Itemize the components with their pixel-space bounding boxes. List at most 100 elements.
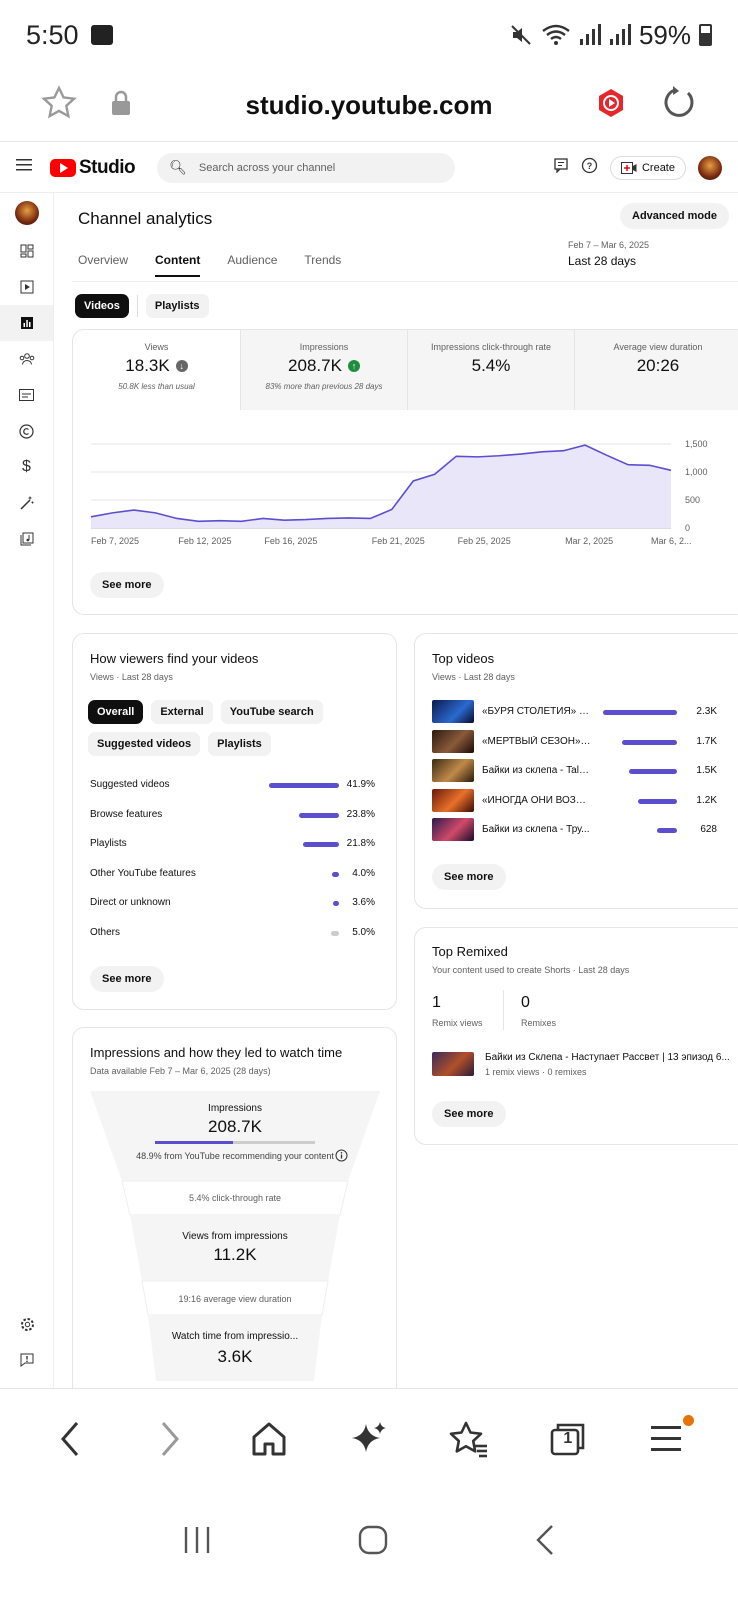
top-video-row[interactable]: Байки из склепа - Тру... 628 (432, 818, 717, 842)
traffic-source-bar (299, 812, 339, 818)
date-range: Feb 7 – Mar 6, 2025 (568, 240, 650, 250)
traffic-sources-card: How viewers find your videos Views · Las… (72, 633, 397, 1010)
tab-overview[interactable]: Overview (78, 253, 128, 277)
advanced-mode-button[interactable]: Advanced mode (620, 203, 729, 229)
x-tick-label: Feb 7, 2025 (91, 536, 139, 546)
remixes-value: 0 (521, 994, 530, 1011)
ai-sparkle-icon[interactable] (339, 1409, 399, 1469)
reload-icon[interactable] (662, 85, 698, 126)
video-views-bar (622, 739, 677, 745)
youtube-studio-logo[interactable]: Studio (50, 157, 136, 179)
system-back-icon[interactable] (534, 1524, 556, 1564)
video-title[interactable]: «ИНОГДА ОНИ ВОЗВР... (482, 795, 592, 806)
chip-playlists[interactable]: Playlists (145, 294, 209, 318)
see-more-button[interactable]: See more (432, 864, 506, 890)
video-thumbnail[interactable] (432, 759, 474, 782)
date-range-picker[interactable]: Feb 7 – Mar 6, 2025 Last 28 days (568, 240, 649, 268)
dashboard-icon[interactable] (0, 233, 53, 269)
metric-ctr[interactable]: Impressions click-through rate 5.4% (407, 330, 574, 410)
tab-content[interactable]: Content (155, 253, 201, 277)
traffic-source-value: 21.8% (346, 838, 375, 849)
x-tick-label: Mar 2, 2025 (565, 536, 613, 546)
notification-dot (683, 1414, 695, 1426)
metric-avd[interactable]: Average view duration 20:26 (574, 330, 738, 410)
analytics-icon[interactable] (0, 305, 53, 341)
metric-views[interactable]: Views 18.3K ↓ 50.8K less than usual (73, 330, 240, 410)
chip-videos[interactable]: Videos (75, 294, 129, 318)
analytics-main: Channel analytics Advanced mode Overview… (54, 193, 738, 1388)
tab-trends[interactable]: Trends (304, 253, 341, 277)
video-title[interactable]: «БУРЯ СТОЛЕТИЯ» ( С... (482, 706, 592, 717)
customization-icon[interactable] (0, 485, 53, 521)
community-icon[interactable] (0, 341, 53, 377)
traffic-source-row: Browse features 23.8% (90, 807, 375, 823)
account-avatar[interactable] (698, 155, 722, 180)
bookmark-star-icon[interactable] (40, 84, 78, 127)
create-button[interactable]: Create (609, 155, 686, 180)
remix-video-thumbnail[interactable] (432, 1052, 474, 1076)
chip-overall[interactable]: Overall (88, 700, 144, 724)
see-more-button[interactable]: See more (90, 966, 164, 992)
chip-external[interactable]: External (151, 700, 213, 724)
content-icon[interactable] (0, 269, 53, 305)
channel-avatar[interactable] (0, 193, 53, 233)
feedback-icon[interactable] (553, 157, 569, 178)
remix-views-label: Remix views (432, 1018, 483, 1028)
battery-percent: 59% (638, 19, 691, 50)
video-thumbnail[interactable] (432, 788, 474, 812)
traffic-source-bar (333, 901, 339, 906)
traffic-source-row: Other YouTube features 4.0% (90, 866, 375, 882)
lock-icon[interactable] (110, 90, 132, 121)
card-subtitle: Data available Feb 7 – Mar 6, 2025 (28 d… (90, 1066, 271, 1076)
forward-icon[interactable] (140, 1409, 200, 1469)
info-icon[interactable] (335, 1149, 348, 1167)
subtitles-icon[interactable] (0, 377, 53, 413)
video-assistant-icon[interactable] (596, 88, 626, 123)
home-icon[interactable] (239, 1409, 299, 1469)
tabs-divider (72, 281, 738, 282)
send-feedback-icon[interactable] (0, 1342, 54, 1378)
top-remixed-card: Top Remixed Your content used to create … (414, 927, 738, 1145)
video-thumbnail[interactable] (432, 729, 474, 753)
search-input[interactable]: 🔍︎ Search across your channel (157, 152, 456, 183)
bookmarks-icon[interactable] (439, 1409, 499, 1469)
chip-playlists-source[interactable]: Playlists (208, 732, 271, 756)
copyright-icon[interactable] (0, 413, 53, 449)
video-title[interactable]: «МЕРТВЫЙ СЕЗОН» — ... (482, 736, 592, 747)
hamburger-menu-icon[interactable] (16, 158, 32, 177)
top-video-row[interactable]: «ИНОГДА ОНИ ВОЗВР... 1.2K (432, 788, 717, 813)
youtube-logo-icon (50, 158, 76, 177)
recents-icon[interactable] (182, 1525, 212, 1563)
traffic-source-bar (330, 930, 339, 936)
audio-library-icon[interactable] (0, 521, 53, 557)
svg-text:?: ? (587, 161, 593, 171)
chip-suggested-videos[interactable]: Suggested videos (88, 732, 201, 756)
settings-icon[interactable] (0, 1306, 54, 1342)
metric-impressions[interactable]: Impressions 208.7K ↑ 83% more than previo… (240, 330, 407, 410)
tab-audience[interactable]: Audience (227, 253, 277, 277)
help-icon[interactable]: ? (581, 157, 598, 179)
top-video-row[interactable]: «БУРЯ СТОЛЕТИЯ» ( С... 2.3K (432, 700, 717, 724)
chip-separator (136, 295, 138, 317)
ctr-text: 5.4% click-through rate (188, 1193, 282, 1203)
see-more-button[interactable]: See more (90, 572, 164, 598)
see-more-button[interactable]: See more (432, 1101, 506, 1127)
back-icon[interactable] (40, 1409, 100, 1469)
video-thumbnail[interactable] (432, 700, 474, 723)
top-video-row[interactable]: Байки из склепа - Tale... 1.5K (432, 759, 717, 783)
left-nav-rail: $ (0, 193, 54, 1388)
video-title[interactable]: Байки из склепа - Тру... (482, 824, 592, 835)
top-video-row[interactable]: «МЕРТВЫЙ СЕЗОН» — ... 1.7K (432, 729, 717, 754)
system-home-icon[interactable] (357, 1524, 389, 1564)
video-views-value: 2.3K (696, 706, 717, 717)
video-title[interactable]: Байки из склепа - Tale... (482, 765, 592, 776)
remix-video-title[interactable]: Байки из Склепа - Наступает Рассвет | 13… (485, 1052, 735, 1063)
menu-icon[interactable] (638, 1409, 698, 1469)
tabs-icon[interactable]: 1 (538, 1409, 598, 1469)
metric-subtext: 50.8K less than usual (118, 382, 195, 391)
video-thumbnail[interactable] (432, 818, 474, 841)
chip-youtube-search[interactable]: YouTube search (220, 700, 323, 724)
earn-icon[interactable]: $ (0, 449, 53, 485)
video-views-bar (603, 710, 677, 715)
trend-down-icon: ↓ (175, 360, 188, 372)
